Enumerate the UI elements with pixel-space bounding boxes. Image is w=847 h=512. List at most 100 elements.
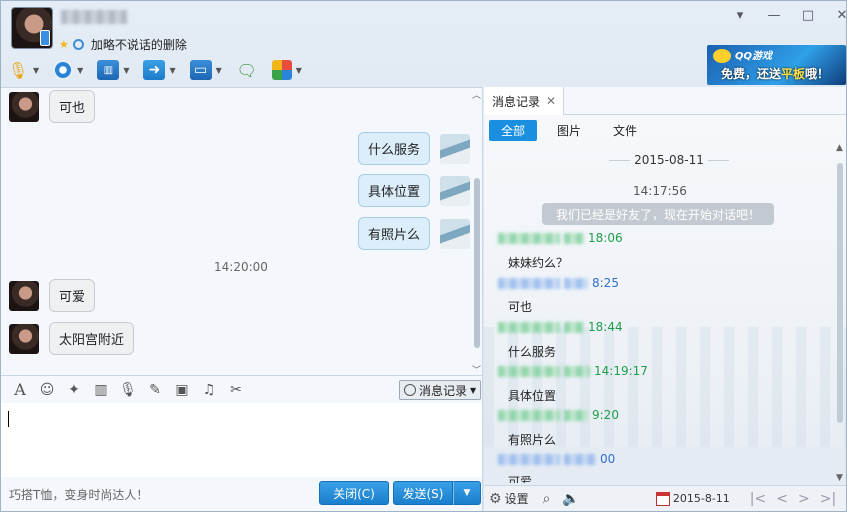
video-clip-icon[interactable]: ▥ bbox=[92, 381, 110, 399]
date-picker[interactable]: 2015-8-11 bbox=[655, 491, 730, 506]
history-entry-header: 8:25 bbox=[498, 276, 619, 290]
scroll-up-icon[interactable]: ︿ bbox=[472, 88, 481, 101]
dropdown-icon[interactable]: ▾ bbox=[733, 9, 747, 23]
message-input[interactable] bbox=[1, 403, 483, 477]
qzone-icon[interactable] bbox=[72, 39, 84, 50]
entry-time: 18:44 bbox=[588, 320, 623, 334]
scroll-down-icon[interactable]: ▼ bbox=[836, 473, 843, 483]
chat-toolbar: 🎙 ▼ ▼ ▥ ▼ ➜ ▼ ▭ ▼ 🗨 ▼ bbox=[7, 57, 316, 83]
my-message-avatar[interactable] bbox=[440, 175, 471, 206]
history-entry-text: 有照片么 bbox=[508, 433, 557, 447]
apps-button[interactable]: ▼ bbox=[271, 60, 302, 80]
history-scrollbar[interactable]: ▲ ▼ bbox=[834, 143, 846, 483]
first-page-icon[interactable]: |< bbox=[750, 491, 766, 507]
history-entry-header: 18:06 bbox=[498, 231, 623, 245]
screen-share-button[interactable]: ▭ ▼ bbox=[189, 60, 222, 80]
clock-icon bbox=[404, 384, 416, 396]
message-bubble: 太阳宫附近 bbox=[49, 322, 135, 355]
message-scrollbar[interactable]: ︿ ﹀ bbox=[471, 88, 483, 376]
chevron-down-icon[interactable]: ▼ bbox=[123, 66, 129, 75]
chevron-down-icon[interactable]: ▼ bbox=[33, 66, 39, 75]
sender-name bbox=[498, 409, 560, 421]
chevron-down-icon[interactable]: ▼ bbox=[296, 66, 302, 75]
entry-time: 9:20 bbox=[592, 408, 619, 422]
voice-call-button[interactable]: 🎙 ▼ bbox=[7, 60, 39, 80]
contact-message-avatar[interactable] bbox=[9, 91, 39, 122]
message-row: 有照片么 bbox=[358, 217, 471, 250]
sender-date bbox=[564, 453, 596, 465]
send-file-button[interactable]: ➜ ▼ bbox=[143, 60, 176, 80]
speaker-icon[interactable]: 🔈 bbox=[562, 491, 579, 507]
shake-icon[interactable]: ✦ bbox=[65, 381, 83, 399]
chevron-down-icon[interactable]: ▼ bbox=[77, 66, 83, 75]
emoji-icon[interactable]: ☺ bbox=[38, 381, 56, 399]
tab-message-history[interactable]: 消息记录 ✕ bbox=[484, 87, 564, 115]
history-entry-text: 什么服务 bbox=[508, 345, 557, 359]
calendar-icon bbox=[655, 491, 670, 506]
qq-game-ad[interactable]: QQ游戏 免费，还送平板哦！ bbox=[707, 45, 846, 85]
history-entry-text: 可爱 bbox=[508, 475, 533, 483]
music-icon[interactable]: ♫ bbox=[200, 381, 218, 399]
message-row: 可也 bbox=[9, 90, 96, 123]
input-bottom-bar: 巧搭T恤，变身时尚达人！ 关闭(C) 发送(S) ▼ bbox=[1, 477, 483, 511]
ad-text: 免费，还送平板哦！ bbox=[721, 65, 829, 82]
font-icon[interactable]: A bbox=[11, 381, 29, 399]
chat-window: ★ 加略不说话的删除 ▾ — □ ✕ 🎙 ▼ ▼ ▥ ▼ ➜ ▼ ▭ ▼ 🗨 ▼… bbox=[0, 0, 847, 512]
next-page-icon[interactable]: > bbox=[798, 491, 810, 507]
message-row: 具体位置 bbox=[358, 174, 471, 207]
system-message-time: 14:17:56 bbox=[633, 184, 687, 198]
message-row: 太阳宫附近 bbox=[9, 322, 135, 355]
message-area[interactable]: 可也 什么服务 具体位置 有照片么 14:20:00 可爱 太阳宫附近 ︿ ﹀ bbox=[1, 87, 483, 376]
history-entry-header: 9:20 bbox=[498, 408, 619, 422]
mobile-online-icon bbox=[40, 30, 50, 46]
history-date: 2015-08-11 bbox=[634, 153, 704, 167]
history-entry-text: 可也 bbox=[508, 300, 533, 314]
close-icon[interactable]: ✕ bbox=[546, 94, 556, 108]
microphone-icon: 🎙 bbox=[7, 60, 29, 80]
remote-desktop-button[interactable]: ▥ ▼ bbox=[97, 60, 129, 80]
image-icon[interactable]: ▣ bbox=[173, 381, 191, 399]
chevron-down-icon[interactable]: ▼ bbox=[216, 66, 222, 75]
history-entry-header: 14:19:17 bbox=[498, 364, 648, 378]
message-bubble: 有照片么 bbox=[358, 217, 431, 250]
send-options-button[interactable]: ▼ bbox=[453, 481, 481, 505]
message-bubble: 具体位置 bbox=[358, 174, 431, 207]
minimize-icon[interactable]: — bbox=[767, 9, 781, 23]
filter-all[interactable]: 全部 bbox=[489, 120, 538, 141]
filter-images[interactable]: 图片 bbox=[545, 120, 593, 141]
last-page-icon[interactable]: >| bbox=[820, 491, 836, 507]
my-message-avatar[interactable] bbox=[440, 218, 471, 249]
contact-message-avatar[interactable] bbox=[9, 323, 39, 354]
promo-tip-link[interactable]: 巧搭T恤，变身时尚达人！ bbox=[9, 486, 148, 503]
history-entry-text: 妹妹约么？ bbox=[508, 256, 569, 270]
create-discussion-button[interactable]: 🗨 bbox=[236, 60, 258, 80]
chevron-down-icon[interactable]: ▼ bbox=[169, 66, 175, 75]
scroll-up-icon[interactable]: ▲ bbox=[836, 143, 843, 153]
scrollbar-thumb[interactable] bbox=[837, 163, 843, 423]
contact-avatar[interactable] bbox=[11, 7, 53, 49]
entry-time: 14:19:17 bbox=[594, 364, 648, 378]
sender-date bbox=[564, 409, 588, 421]
filter-files[interactable]: 文件 bbox=[601, 120, 649, 141]
input-toolbar: A ☺ ✦ ▥ 🎙 ✎ ▣ ♫ ✂ 消息记录 ▼ bbox=[1, 375, 483, 403]
star-icon[interactable]: ★ bbox=[59, 38, 69, 51]
contact-message-avatar[interactable] bbox=[9, 280, 39, 311]
message-history-panel: 消息记录 ✕ 全部 图片 文件 2015-08-11 14:17:56 我们已经… bbox=[484, 87, 846, 511]
send-button[interactable]: 发送(S) bbox=[393, 481, 453, 505]
search-icon[interactable]: ⌕ bbox=[543, 491, 551, 507]
edit-icon[interactable]: ✎ bbox=[146, 381, 164, 399]
scissors-icon[interactable]: ✂ bbox=[227, 381, 245, 399]
close-button[interactable]: 关闭(C) bbox=[319, 481, 389, 505]
settings-button[interactable]: ⚙ 设置 bbox=[489, 490, 529, 507]
input-tools: A ☺ ✦ ▥ 🎙 ✎ ▣ ♫ ✂ bbox=[11, 381, 245, 399]
voice-message-icon[interactable]: 🎙 bbox=[119, 381, 137, 399]
settings-label: 设置 bbox=[504, 492, 529, 506]
my-message-avatar[interactable] bbox=[440, 133, 471, 164]
maximize-icon[interactable]: □ bbox=[801, 9, 815, 23]
video-call-button[interactable]: ▼ bbox=[53, 60, 83, 80]
prev-page-icon[interactable]: < bbox=[776, 491, 788, 507]
message-history-button[interactable]: 消息记录 ▼ bbox=[399, 380, 481, 400]
message-bubble: 可也 bbox=[49, 90, 96, 123]
scrollbar-thumb[interactable] bbox=[474, 178, 480, 348]
close-icon[interactable]: ✕ bbox=[835, 9, 847, 23]
